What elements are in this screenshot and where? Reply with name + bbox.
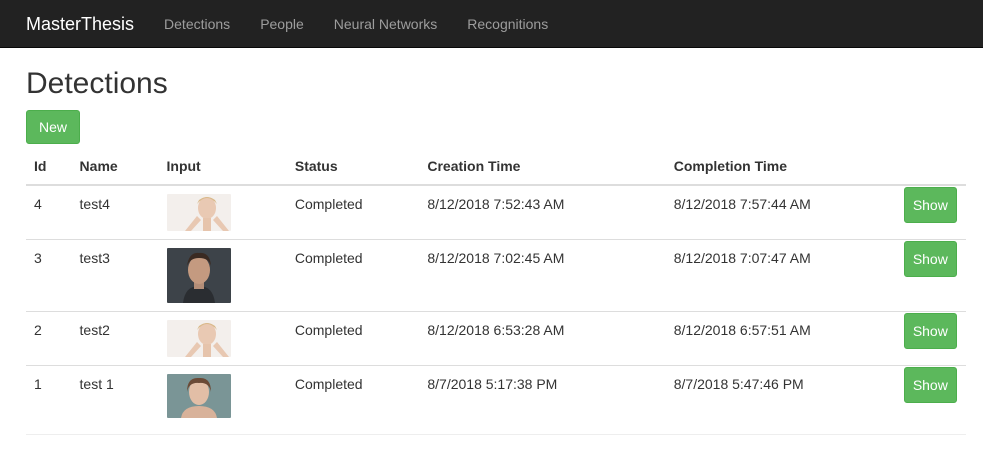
input-face-thumbnail: [166, 320, 231, 357]
column-header-id: Id: [26, 148, 72, 186]
input-face-thumbnail: [166, 194, 231, 231]
column-header-creation-time: Creation Time: [419, 148, 666, 186]
footer-divider: [26, 434, 966, 435]
nav-link-detections[interactable]: Detections: [149, 0, 245, 48]
cell-completion-time: 8/12/2018 7:57:44 AM: [665, 184, 904, 240]
cell-input: [158, 311, 287, 366]
cell-id: 4: [26, 184, 72, 240]
brand-link[interactable]: MasterThesis: [0, 0, 149, 48]
show-button[interactable]: Show: [903, 313, 957, 349]
cell-actions: Show: [903, 239, 966, 312]
cell-status: Completed: [286, 239, 420, 312]
show-button[interactable]: Show: [903, 241, 957, 277]
table-row: 1 test 1 Completed 8/7/2018 5:17:38 PM 8…: [26, 365, 966, 426]
cell-name: test3: [71, 239, 159, 312]
nav-link-neural-networks[interactable]: Neural Networks: [319, 0, 452, 48]
cell-id: 2: [26, 311, 72, 366]
table-row: 4 test4 Completed 8/12/2018 7:52:43 AM 8…: [26, 184, 966, 240]
detections-table: Id Name Input Status Creation Time Compl…: [26, 148, 966, 426]
table-header-row: Id Name Input Status Creation Time Compl…: [26, 148, 966, 186]
cell-creation-time: 8/12/2018 6:53:28 AM: [419, 311, 666, 366]
table-row: 2 test2 Completed 8/12/2018 6:53:28 AM 8…: [26, 311, 966, 366]
column-header-actions: [903, 148, 966, 186]
nav-link-people[interactable]: People: [245, 0, 319, 48]
column-header-input: Input: [158, 148, 287, 186]
cell-name: test 1: [71, 365, 159, 426]
cell-completion-time: 8/12/2018 7:07:47 AM: [665, 239, 904, 312]
cell-input: [158, 365, 287, 426]
top-navbar: MasterThesis Detections People Neural Ne…: [0, 0, 983, 48]
input-face-thumbnail: [166, 248, 231, 303]
page-title: Detections: [26, 67, 168, 100]
cell-actions: Show: [903, 311, 966, 366]
cell-status: Completed: [286, 365, 420, 426]
show-button[interactable]: Show: [903, 367, 957, 403]
cell-actions: Show: [903, 184, 966, 240]
cell-creation-time: 8/12/2018 7:52:43 AM: [419, 184, 666, 240]
cell-completion-time: 8/12/2018 6:57:51 AM: [665, 311, 904, 366]
show-button[interactable]: Show: [903, 187, 957, 223]
cell-input: [158, 184, 287, 240]
cell-creation-time: 8/7/2018 5:17:38 PM: [419, 365, 666, 426]
cell-status: Completed: [286, 184, 420, 240]
main-content: Detections New Id Name Input Status Crea…: [0, 68, 983, 426]
cell-name: test4: [71, 184, 159, 240]
cell-actions: Show: [903, 365, 966, 426]
cell-id: 1: [26, 365, 72, 426]
cell-completion-time: 8/7/2018 5:47:46 PM: [665, 365, 904, 426]
cell-creation-time: 8/12/2018 7:02:45 AM: [419, 239, 666, 312]
cell-status: Completed: [286, 311, 420, 366]
column-header-status: Status: [286, 148, 420, 186]
input-face-thumbnail: [166, 374, 231, 418]
cell-name: test2: [71, 311, 159, 366]
cell-input: [158, 239, 287, 312]
column-header-name: Name: [71, 148, 159, 186]
table-row: 3 test3 Completed 8/12/2018 7:02:45 AM 8…: [26, 239, 966, 312]
nav-link-recognitions[interactable]: Recognitions: [452, 0, 563, 48]
column-header-completion-time: Completion Time: [665, 148, 904, 186]
cell-id: 3: [26, 239, 72, 312]
new-detection-button[interactable]: New: [26, 110, 80, 144]
